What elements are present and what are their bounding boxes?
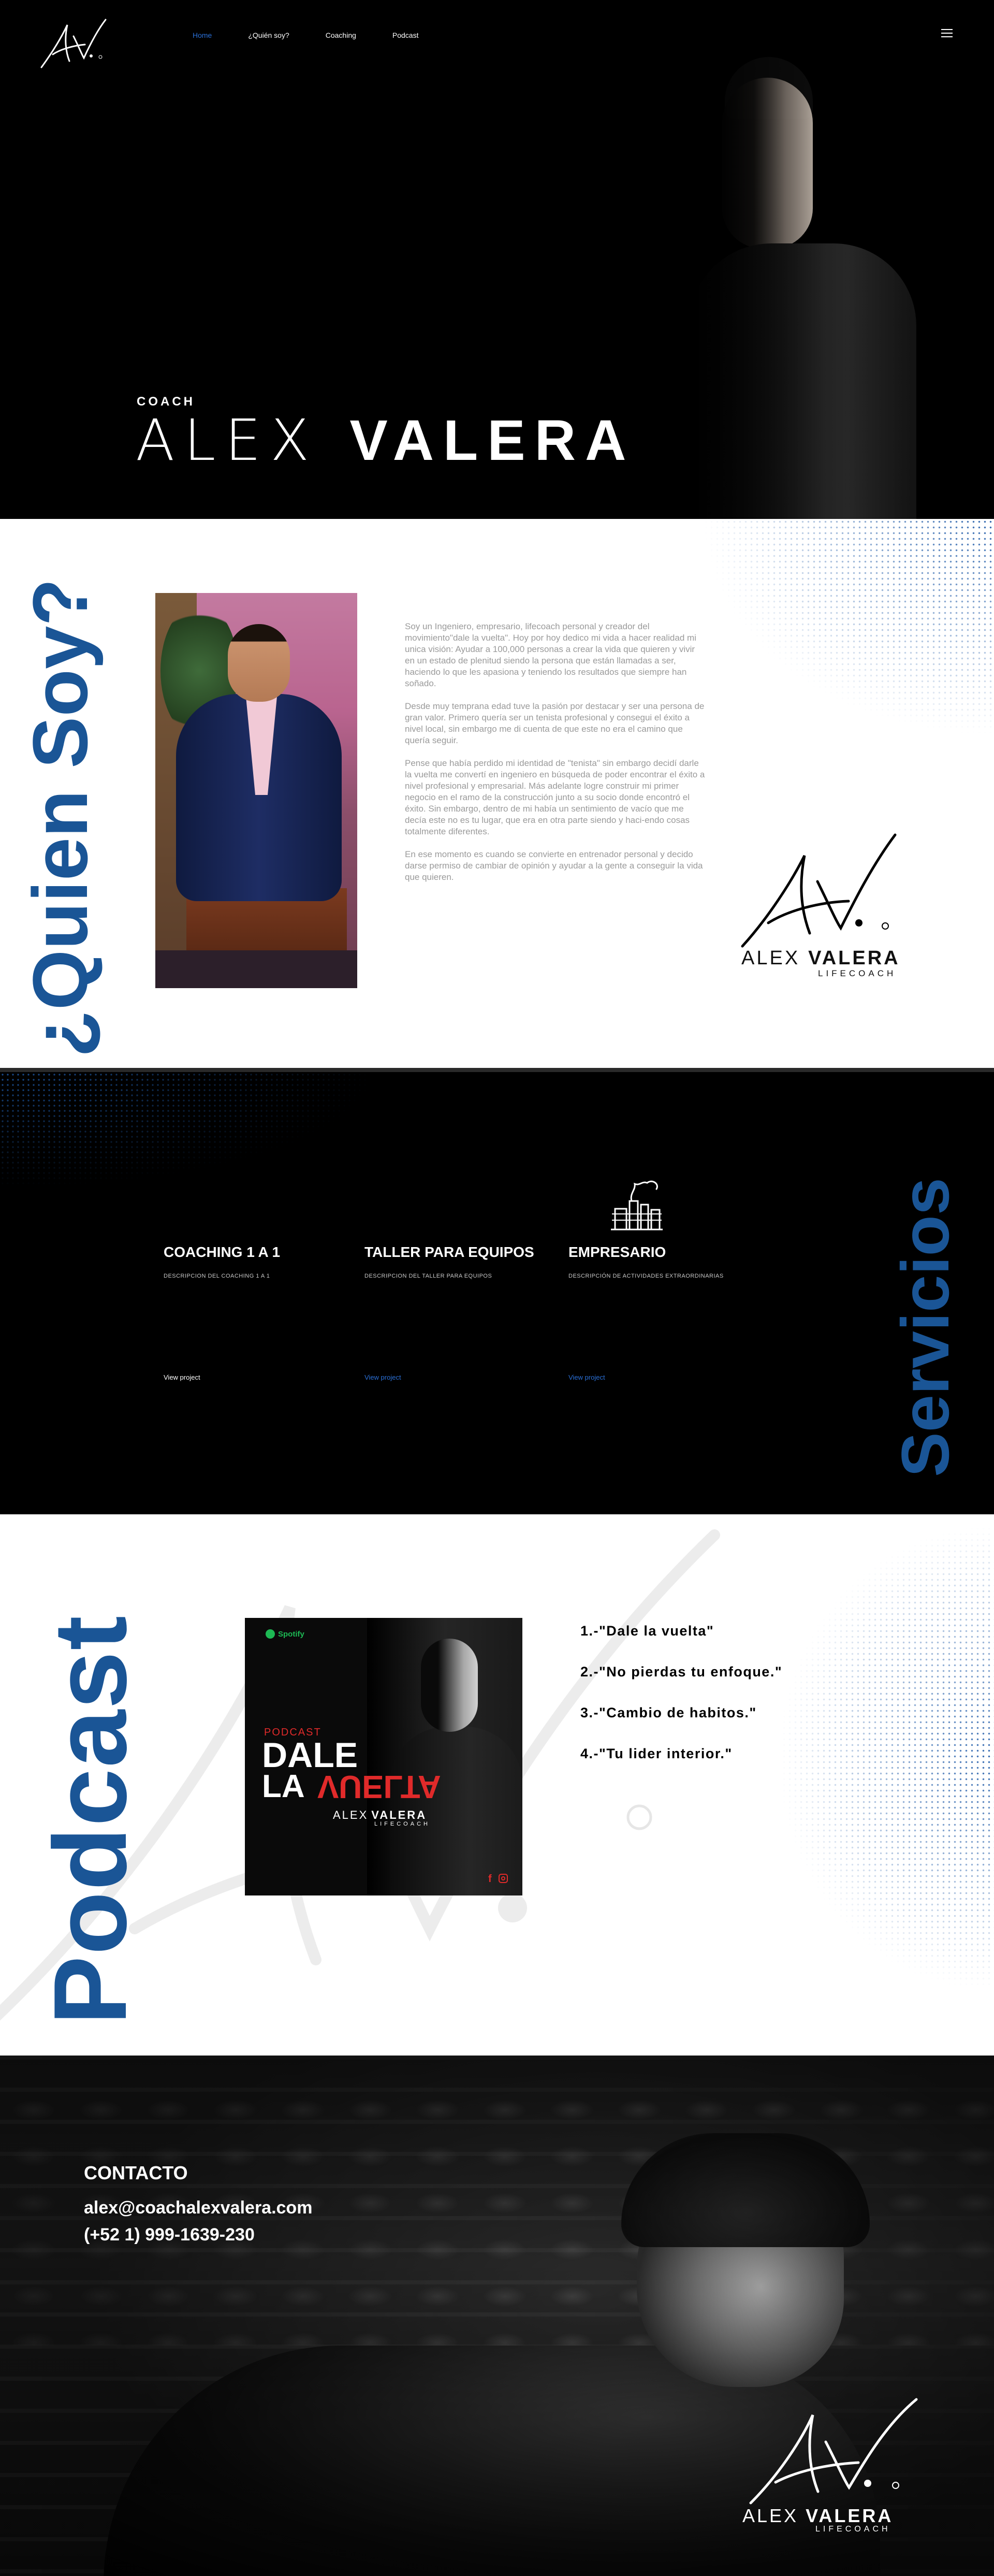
podcast-section: Podcast Spotify PODCAST DALE LA VUELTA A…	[0, 1514, 994, 2056]
spotify-icon	[266, 1629, 275, 1639]
footer-signature-role: LIFECOACH	[815, 2525, 891, 2534]
episode-item[interactable]: 2.-"No pierdas tu enfoque."	[580, 1664, 782, 1680]
cover-name: ALEX VALERA	[333, 1808, 427, 1822]
hero-last-name: VALERA	[349, 409, 636, 472]
episode-item[interactable]: 4.-"Tu lider interior."	[580, 1746, 782, 1762]
service-description: DESCRIPCION DEL TALLER PARA EQUIPOS	[364, 1273, 492, 1279]
podcast-cover-image[interactable]: Spotify PODCAST DALE LA VUELTA ALEX VALER…	[245, 1618, 522, 1895]
about-signature-first: ALEX	[741, 947, 800, 969]
service-card-coaching: COACHING 1 A 1 DESCRIPCION DEL COACHING …	[164, 1244, 350, 1381]
podcast-section-title: Podcast	[33, 1614, 148, 2025]
view-project-link[interactable]: View project	[568, 1373, 605, 1381]
cover-line-2b: VUELTA	[317, 1769, 441, 1804]
services-section: Servicios COACHING 1 A 1 DESCRIPCION DEL…	[0, 1068, 994, 1514]
about-paragraph: Pense que había perdido mi identidad de …	[405, 758, 705, 836]
service-description: DESCRIPCIÓN DE ACTIVIDADES EXTRAORDINARI…	[568, 1273, 724, 1279]
halftone-dots-decoration	[0, 1072, 466, 1227]
contact-title: CONTACTO	[84, 2162, 188, 2183]
contact-section: CONTACTO alex@coachalexvalera.com (+52 1…	[0, 2056, 994, 2576]
instagram-icon	[499, 1874, 508, 1883]
about-section-title: ¿Quien Soy?	[17, 578, 104, 1058]
services-section-title: Servicios	[887, 1177, 963, 1477]
main-nav: Home ¿Quién soy? Coaching Podcast	[193, 31, 455, 39]
hero-section: Home ¿Quién soy? Coaching Podcast COACH …	[0, 0, 994, 519]
signature-logo-icon[interactable]	[37, 16, 115, 75]
service-title: EMPRESARIO	[568, 1244, 666, 1260]
cover-line-2a: LA	[262, 1769, 305, 1804]
spotify-badge: Spotify	[266, 1629, 304, 1639]
view-project-link[interactable]: View project	[164, 1373, 200, 1381]
nav-item-quien-soy[interactable]: ¿Quién soy?	[248, 31, 289, 39]
hero-first-name: ALEX	[136, 407, 319, 473]
facebook-icon: f	[488, 1873, 492, 1885]
about-signature-name: ALEX VALERA	[741, 947, 900, 969]
about-portrait-image	[155, 593, 357, 988]
factory-icon	[611, 1180, 663, 1231]
contact-email-link[interactable]: alex@coachalexvalera.com	[84, 2194, 312, 2221]
cover-name-first: ALEX	[333, 1808, 369, 1821]
contact-info: CONTACTO alex@coachalexvalera.com (+52 1…	[84, 2162, 312, 2248]
episode-item[interactable]: 1.-"Dale la vuelta"	[580, 1623, 782, 1639]
footer-signature-name: ALEX VALERA	[742, 2505, 893, 2527]
episode-item[interactable]: 3.-"Cambio de habitos."	[580, 1705, 782, 1721]
contact-phone-link[interactable]: (+52 1) 999-1639-230	[84, 2221, 312, 2248]
about-paragraph: Soy un Ingeniero, empresario, lifecoach …	[405, 621, 696, 688]
footer-signature-last: VALERA	[806, 2505, 894, 2526]
about-signature-role: LIFECOACH	[818, 968, 897, 978]
view-project-link[interactable]: View project	[364, 1373, 401, 1381]
cover-name-last: VALERA	[371, 1808, 427, 1821]
section-divider	[0, 1068, 994, 1072]
service-title: COACHING 1 A 1	[164, 1244, 281, 1260]
hero-title: ALEX VALERA	[136, 409, 636, 472]
about-paragraph: Desde muy temprana edad tuve la pasión p…	[405, 701, 705, 745]
nav-item-podcast[interactable]: Podcast	[392, 31, 419, 39]
service-card-taller: TALLER PARA EQUIPOS DESCRIPCION DEL TALL…	[364, 1244, 551, 1381]
service-title: TALLER PARA EQUIPOS	[364, 1244, 534, 1260]
service-description: DESCRIPCION DEL COACHING 1 A 1	[164, 1273, 270, 1279]
about-signature-last: VALERA	[808, 947, 900, 969]
nav-item-home[interactable]: Home	[193, 31, 212, 39]
about-section: ¿Quien Soy? Soy un Ingeniero, empresario…	[0, 519, 994, 1068]
hamburger-icon[interactable]	[941, 29, 953, 38]
footer-signature-first: ALEX	[742, 2505, 799, 2526]
spotify-label: Spotify	[278, 1629, 304, 1639]
nav-item-coaching[interactable]: Coaching	[326, 31, 356, 39]
cover-role: LIFECOACH	[374, 1821, 430, 1827]
service-card-empresario: EMPRESARIO DESCRIPCIÓN DE ACTIVIDADES EX…	[568, 1244, 755, 1381]
about-bio: Soy un Ingeniero, empresario, lifecoach …	[405, 621, 707, 894]
about-paragraph: En ese momento es cuando se convierte en…	[405, 849, 703, 882]
episode-list: 1.-"Dale la vuelta" 2.-"No pierdas tu en…	[580, 1623, 782, 1787]
